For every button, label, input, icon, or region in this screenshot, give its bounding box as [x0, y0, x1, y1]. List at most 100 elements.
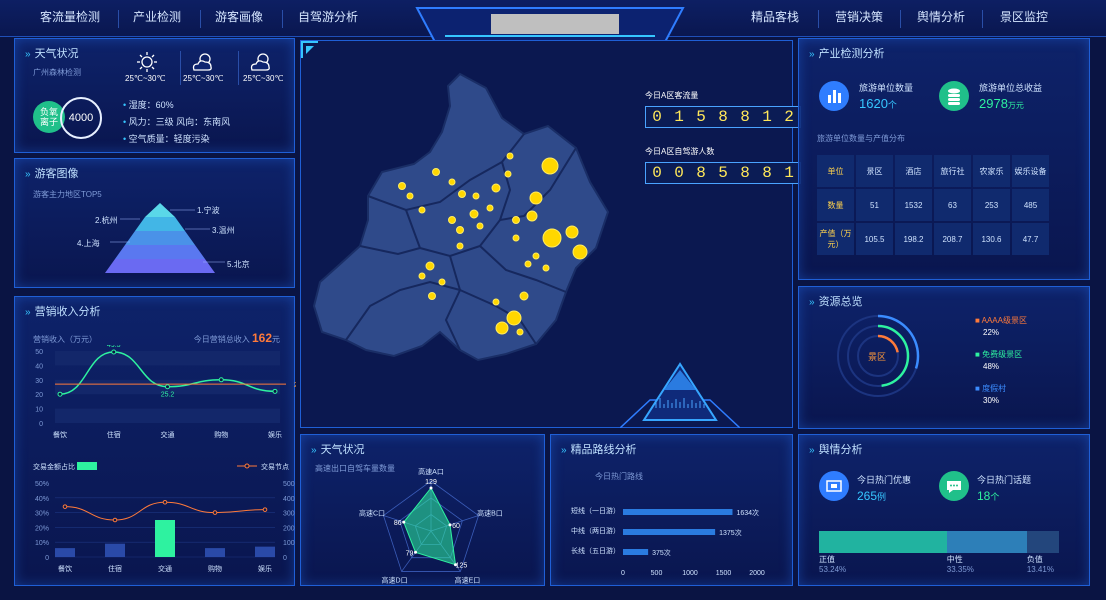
- nav-divider: [818, 10, 819, 28]
- chevron-icon: »: [25, 307, 31, 318]
- today-revenue: 今日营销总收入 162元: [193, 331, 280, 345]
- y-tick-label-left: 40%: [35, 496, 49, 503]
- nav-item-boutique-inn[interactable]: 精品客栈: [738, 0, 812, 34]
- routes-panel: » 精品路线分析 今日热门路线 短线（一日游） 1634次 中线（两日游） 1375次长…: [550, 434, 793, 586]
- x-tick-label: 餐饮: [58, 564, 72, 573]
- sentiment-label-pct: 33.35%: [946, 565, 974, 574]
- weather-title: » 天气状况: [25, 48, 79, 60]
- route-bar: [623, 549, 649, 555]
- chevron-icon: »: [25, 169, 31, 180]
- radar-axis-label: 高速D口: [382, 576, 408, 585]
- legend-item: ■ 免费级景区: [975, 350, 1023, 359]
- stat2-value: 2978万元: [979, 96, 1024, 111]
- legend-bar-swatch: [77, 462, 97, 470]
- industry-table: 单位 景区 酒店 旅行社 农家乐 娱乐设备 数量 51 1532 63 253 …: [815, 153, 1051, 257]
- table-cell: 51: [856, 189, 893, 221]
- table-header-cell: 旅行社: [934, 155, 971, 187]
- line-point: [112, 517, 118, 523]
- table-header-cell: 娱乐设备: [1012, 155, 1049, 187]
- a-self-drive-label: 今日A区自驾游人数: [645, 147, 715, 156]
- y-tick-label: 0: [39, 421, 43, 428]
- table-cell: 数量: [817, 189, 854, 221]
- radar-axis-label: 高速B口: [477, 508, 503, 517]
- revenue-line-chart: 0 10 20 30 40 50 餐饮 住宿 交通 购物 娱乐 27 49.3 25.2: [35, 345, 296, 439]
- pyramid-label: 3.温州: [212, 226, 235, 235]
- partly-cloudy-icon: [192, 53, 212, 71]
- nav-item-sentiment[interactable]: 舆情分析: [904, 0, 978, 34]
- sentiment-label-name: 正值: [819, 555, 835, 564]
- radar-chart: 高速A口高速B口高速E口 高速D口 高速C口 129 60 125 79 86: [359, 467, 503, 585]
- weather-details: • 湿度：60% • 风力：三级 风向：东南风 • 空气质量：轻度污染: [123, 97, 230, 148]
- sentiment-label-name: 中性: [946, 555, 963, 564]
- sentiment-label-name: 负值: [1026, 555, 1043, 564]
- route-value-label: 1375次: [719, 528, 742, 537]
- day-temp: 25℃~30℃: [183, 74, 224, 83]
- visitor-image-panel: » 游客图像 游客主力地区TOP5 1.宁波 2.杭州 3.温州 4.上海 5.北…: [14, 158, 295, 288]
- x-tick-label: 2000: [749, 570, 765, 577]
- map-corner-deco: [301, 41, 318, 58]
- radar-value-label: 125: [456, 563, 468, 570]
- digit: 0: [646, 107, 668, 127]
- x-tick-label: 餐饮: [53, 430, 67, 439]
- y-tick-label-left: 50%: [35, 481, 49, 488]
- sentiment-title: » 舆情分析: [809, 444, 863, 456]
- x-tick-label: 购物: [208, 564, 222, 573]
- partly-cloudy-icon: [250, 53, 270, 71]
- sentiment-segment-label: 负值 13.41%: [1027, 555, 1054, 575]
- data-label: 49.3: [107, 345, 121, 349]
- data-point: [57, 391, 63, 397]
- weather-location: 广州森林检测: [33, 68, 81, 77]
- nav-item-scenic-monitor[interactable]: 景区监控: [986, 0, 1062, 34]
- x-tick-label: 住宿: [107, 430, 121, 439]
- nav-item-industry[interactable]: 产业检测: [120, 0, 194, 34]
- sentiment-label-pct: 53.24%: [819, 565, 847, 574]
- legend-value: 48%: [983, 362, 1000, 371]
- resource-center-label: 景区: [868, 352, 887, 362]
- digit: 8: [756, 163, 778, 183]
- y-tick-label-left: 20%: [35, 525, 49, 532]
- legend-bar-label: 交易金额占比: [33, 462, 75, 471]
- digit: 0: [668, 163, 690, 183]
- x-tick-label: 500: [651, 570, 663, 577]
- y-tick-label: 20: [35, 392, 43, 399]
- air-quality-text: • 空气质量：轻度污染: [123, 134, 210, 144]
- sentiment-segment-label: 正值 53.24%: [819, 555, 846, 575]
- a-visitors-counter: 0158812: [645, 106, 801, 128]
- line-point: [62, 504, 68, 509]
- x-tick-label: 0: [621, 570, 625, 577]
- radar-point: [414, 550, 418, 554]
- table-header-cell: 景区: [856, 155, 893, 187]
- y-tick-label: 10: [35, 407, 43, 414]
- resources-title: » 资源总览: [809, 296, 863, 308]
- digit: 5: [712, 163, 734, 183]
- nav-item-self-drive[interactable]: 自驾游分析: [290, 0, 366, 34]
- radar-value-label: 86: [394, 520, 402, 527]
- nav-item-visitor-portrait[interactable]: 游客画像: [204, 0, 274, 34]
- table-title: 旅游单位数量与产值分布: [817, 134, 905, 143]
- sentiment-labels: 正值 53.24% 中性 33.35% 负值 13.41%: [819, 555, 1059, 579]
- legend-line-marker: [244, 463, 250, 469]
- nav-item-traffic[interactable]: 客流量检测: [30, 0, 110, 34]
- radar-axis-label: 高速A口: [418, 467, 444, 476]
- digit: 8: [734, 107, 756, 127]
- x-tick-label: 1000: [682, 570, 698, 577]
- data-point: [111, 349, 117, 355]
- data-point: [272, 388, 278, 394]
- pyramid-label: 4.上海: [77, 239, 100, 248]
- series-line: [64, 501, 266, 521]
- y-tick-label-right: 400: [283, 496, 295, 503]
- map-base-pyramid: [620, 362, 740, 428]
- data-point: [218, 377, 224, 383]
- pyramid-label: 1.宁波: [197, 206, 220, 215]
- database-icon: [939, 81, 969, 111]
- y-tick-label-left: 30%: [35, 511, 49, 518]
- route-label: 短线（一日游）: [571, 506, 620, 515]
- sun-icon: [137, 52, 157, 72]
- legend-value: 30%: [983, 396, 1000, 405]
- resources-panel: » 资源总览 景区 ■ AAAA级景区 22% ■ 免费级景区 48% ■ 度假村…: [798, 286, 1090, 429]
- nav-item-marketing[interactable]: 营销决策: [822, 0, 896, 34]
- y-tick-label: 40: [35, 363, 43, 370]
- digit: 8: [712, 107, 734, 127]
- table-row: 产值（万元） 105.5 198.2 208.7 130.6 47.7: [817, 223, 1049, 255]
- route-bar: [623, 509, 733, 515]
